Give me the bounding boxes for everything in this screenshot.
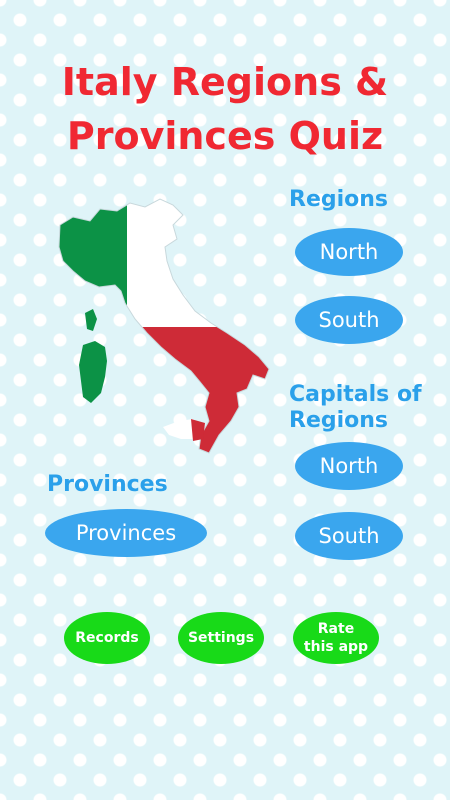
capitals-south-button[interactable]: South xyxy=(295,512,403,560)
capitals-of-regions-label: Capitals of Regions xyxy=(289,382,422,434)
records-button[interactable]: Records xyxy=(64,612,150,664)
settings-button[interactable]: Settings xyxy=(178,612,264,664)
regions-label: Regions xyxy=(289,187,389,212)
regions-south-button[interactable]: South xyxy=(295,296,403,344)
rate-label-line-2: this app xyxy=(303,639,369,655)
rate-label-line-1: Rate xyxy=(317,621,355,637)
provinces-label: Provinces xyxy=(47,472,168,497)
capitals-label-line-1: Capitals of xyxy=(289,382,422,407)
regions-north-button[interactable]: North xyxy=(295,228,403,276)
title-line-2: Provinces Quiz xyxy=(66,114,384,158)
italy-flag-map-icon xyxy=(58,198,270,454)
capitals-north-button[interactable]: North xyxy=(295,442,403,490)
capitals-label-line-2: Regions xyxy=(289,408,389,433)
app-title: Italy Regions & Provinces Quiz xyxy=(0,55,450,163)
title-line-1: Italy Regions & xyxy=(61,60,389,104)
provinces-button[interactable]: Provinces xyxy=(45,509,207,557)
rate-app-button[interactable]: Rate this app xyxy=(293,612,379,664)
